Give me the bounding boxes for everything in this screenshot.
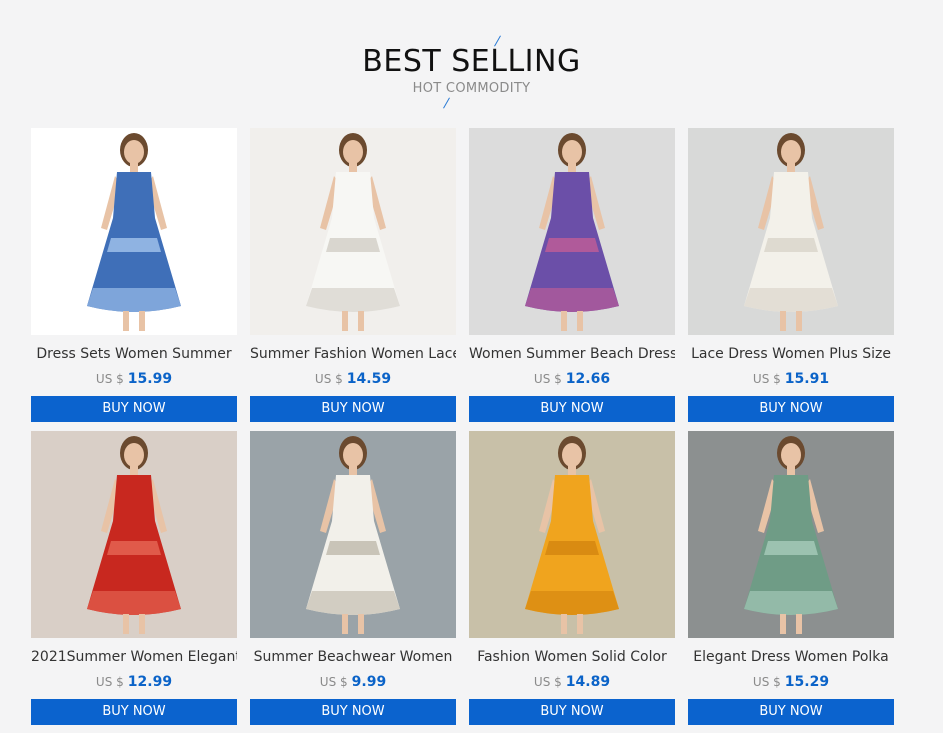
product-card[interactable]: Summer Beachwear Women US $9.99 BUY NOW <box>250 431 456 725</box>
product-card[interactable]: Women Summer Beach Dress US $12.66 BUY NOW <box>469 128 675 422</box>
product-title[interactable]: Summer Beachwear Women <box>250 649 456 667</box>
buy-now-button[interactable]: BUY NOW <box>688 396 894 422</box>
product-image[interactable] <box>688 431 894 638</box>
price-currency: US $ <box>95 372 124 386</box>
product-card[interactable]: Lace Dress Women Plus Size US $15.91 BUY N… <box>688 128 894 422</box>
product-title[interactable]: Fashion Women Solid Color <box>469 649 675 667</box>
price-value: 12.66 <box>565 371 611 387</box>
product-title[interactable]: Women Summer Beach Dress <box>469 346 675 364</box>
price-currency: US $ <box>533 675 562 689</box>
price-value: 9.99 <box>351 674 387 690</box>
product-title[interactable]: 2021Summer Women Elegant <box>31 649 237 667</box>
price-value: 15.99 <box>127 371 173 387</box>
product-title[interactable]: Dress Sets Women Summer <box>31 346 237 364</box>
price-value: 14.59 <box>346 371 392 387</box>
buy-now-button[interactable]: BUY NOW <box>250 699 456 725</box>
product-price: US $12.66 <box>469 370 675 388</box>
section-header: BEST SELLING HOT COMMODITY <box>0 0 943 120</box>
product-card[interactable]: Summer Fashion Women Lace US $14.59 BUY NO… <box>250 128 456 422</box>
section-title: BEST SELLING <box>362 44 581 79</box>
buy-now-button[interactable]: BUY NOW <box>469 396 675 422</box>
product-card[interactable]: 2021Summer Women Elegant US $12.99 BUY NOW <box>31 431 237 725</box>
product-price: US $15.99 <box>31 370 237 388</box>
buy-now-button[interactable]: BUY NOW <box>31 396 237 422</box>
buy-now-button[interactable]: BUY NOW <box>31 699 237 725</box>
price-currency: US $ <box>752 675 781 689</box>
product-title[interactable]: Summer Fashion Women Lace <box>250 346 456 364</box>
product-image[interactable] <box>250 128 456 335</box>
decorative-slash-bottom <box>443 97 450 109</box>
price-currency: US $ <box>533 372 562 386</box>
product-price: US $15.91 <box>688 370 894 388</box>
product-image[interactable] <box>31 128 237 335</box>
buy-now-button[interactable]: BUY NOW <box>250 396 456 422</box>
product-title[interactable]: Lace Dress Women Plus Size <box>688 346 894 364</box>
product-title[interactable]: Elegant Dress Women Polka <box>688 649 894 667</box>
product-price: US $14.89 <box>469 673 675 691</box>
price-currency: US $ <box>314 372 343 386</box>
product-card[interactable]: Dress Sets Women Summer US $15.99 BUY NOW <box>31 128 237 422</box>
product-price: US $15.29 <box>688 673 894 691</box>
price-value: 14.89 <box>565 674 611 690</box>
product-image[interactable] <box>469 128 675 335</box>
price-value: 15.29 <box>784 674 830 690</box>
product-image[interactable] <box>469 431 675 638</box>
product-card[interactable]: Elegant Dress Women Polka US $15.29 BUY NO… <box>688 431 894 725</box>
price-currency: US $ <box>319 675 348 689</box>
price-value: 15.91 <box>784 371 830 387</box>
product-image[interactable] <box>250 431 456 638</box>
product-price: US $14.59 <box>250 370 456 388</box>
product-image[interactable] <box>31 431 237 638</box>
price-currency: US $ <box>95 675 124 689</box>
buy-now-button[interactable]: BUY NOW <box>469 699 675 725</box>
product-price: US $12.99 <box>31 673 237 691</box>
buy-now-button[interactable]: BUY NOW <box>688 699 894 725</box>
product-card[interactable]: Fashion Women Solid Color US $14.89 BUY NO… <box>469 431 675 725</box>
section-subtitle: HOT COMMODITY <box>412 81 531 96</box>
price-value: 12.99 <box>127 674 173 690</box>
product-image[interactable] <box>688 128 894 335</box>
product-price: US $9.99 <box>250 673 456 691</box>
price-currency: US $ <box>752 372 781 386</box>
